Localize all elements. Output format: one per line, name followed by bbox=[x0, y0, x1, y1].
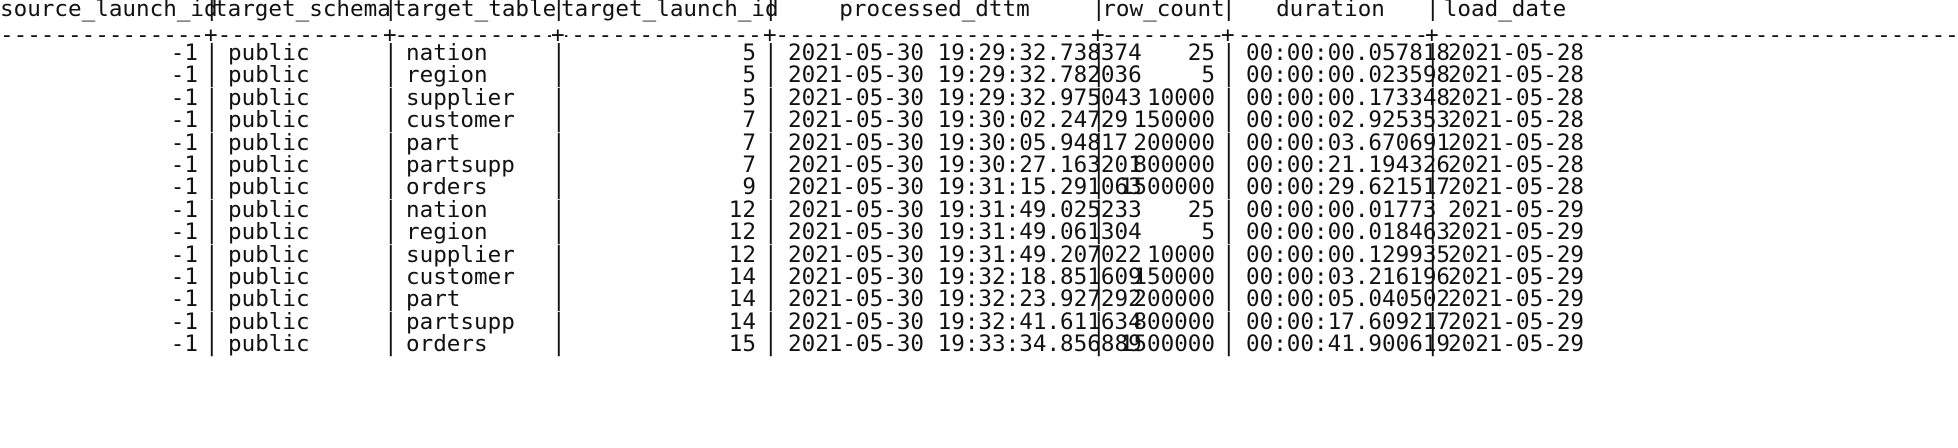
column-separator: | bbox=[384, 0, 398, 22]
column-header-source-launch-id: source_launch_id bbox=[0, 0, 218, 22]
column-separator: | bbox=[1092, 331, 1106, 358]
column-header-target-table: target_table bbox=[393, 0, 557, 22]
column-header-row-count: row_count bbox=[1102, 0, 1225, 22]
column-header-load-date: load_date bbox=[1443, 0, 1567, 22]
column-header-target-schema: target_schema bbox=[214, 0, 391, 22]
column-separator: | bbox=[205, 331, 219, 358]
cell-target-schema: public bbox=[228, 331, 310, 358]
column-separator: | bbox=[1222, 331, 1236, 358]
column-separator: | bbox=[1426, 331, 1440, 358]
cell-target-table: orders bbox=[406, 331, 488, 358]
column-header-duration: duration bbox=[1276, 0, 1385, 22]
column-separator: | bbox=[1426, 0, 1440, 22]
column-separator: | bbox=[764, 331, 778, 358]
column-header-processed-dttm: processed_dttm bbox=[839, 0, 1030, 22]
column-separator: | bbox=[552, 0, 566, 22]
column-separator: | bbox=[1222, 0, 1236, 22]
cell-row-count: 1500000 bbox=[1119, 331, 1215, 358]
column-separator: | bbox=[552, 331, 566, 358]
column-separator: | bbox=[205, 0, 219, 22]
cell-duration: 00:00:41.900619 bbox=[1246, 331, 1451, 358]
cell-source-launch-id: -1 bbox=[170, 331, 198, 358]
column-separator: | bbox=[384, 331, 398, 358]
cell-target-launch-id: 15 bbox=[728, 331, 756, 358]
column-header-target-launch-id: target_launch_id bbox=[561, 0, 779, 22]
cell-load-date: 2021-05-29 bbox=[1448, 331, 1585, 358]
terminal-output: source_launch_id target_schema target_tabl… bbox=[0, 0, 1958, 448]
column-separator: | bbox=[764, 0, 778, 22]
column-separator: | bbox=[1092, 0, 1106, 22]
cell-processed-dttm: 2021-05-30 19:33:34.856889 bbox=[788, 331, 1142, 358]
